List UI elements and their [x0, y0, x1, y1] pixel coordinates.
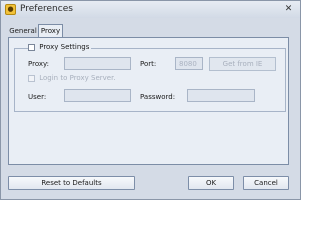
- user-field[interactable]: [64, 89, 131, 102]
- login-to-proxy-label: Login to Proxy Server.: [39, 74, 116, 82]
- proxy-input[interactable]: [65, 58, 130, 69]
- proxy-settings-checkbox[interactable]: [28, 43, 35, 51]
- user-input[interactable]: [65, 90, 130, 101]
- close-icon[interactable]: ✕: [282, 3, 295, 15]
- ok-button[interactable]: OK: [188, 176, 234, 190]
- password-field[interactable]: [187, 89, 255, 102]
- port-label: Port:: [140, 60, 157, 68]
- proxy-settings-label: Proxy Settings: [39, 43, 90, 51]
- port-input[interactable]: [176, 58, 202, 69]
- password-input[interactable]: [188, 90, 254, 101]
- proxy-label: Proxy:: [28, 60, 50, 68]
- tab-general[interactable]: General: [8, 25, 38, 37]
- cancel-button[interactable]: Cancel: [243, 176, 289, 190]
- title-bar[interactable]: ● Preferences ✕: [1, 1, 300, 18]
- proxy-field[interactable]: [64, 57, 131, 70]
- port-field[interactable]: [175, 57, 203, 70]
- user-label: User:: [28, 93, 47, 101]
- tab-proxy[interactable]: Proxy: [38, 24, 63, 38]
- proxy-settings-header: Proxy Settings: [28, 43, 92, 53]
- reset-to-defaults-button[interactable]: Reset to Defaults: [8, 176, 135, 190]
- login-to-proxy-checkbox[interactable]: [28, 74, 35, 82]
- login-to-proxy-row[interactable]: Login to Proxy Server.: [28, 74, 116, 82]
- app-icon: ●: [5, 4, 16, 15]
- password-label: Password:: [140, 93, 176, 101]
- window-title: Preferences: [20, 4, 73, 14]
- get-from-ie-button[interactable]: Get from IE: [209, 57, 276, 71]
